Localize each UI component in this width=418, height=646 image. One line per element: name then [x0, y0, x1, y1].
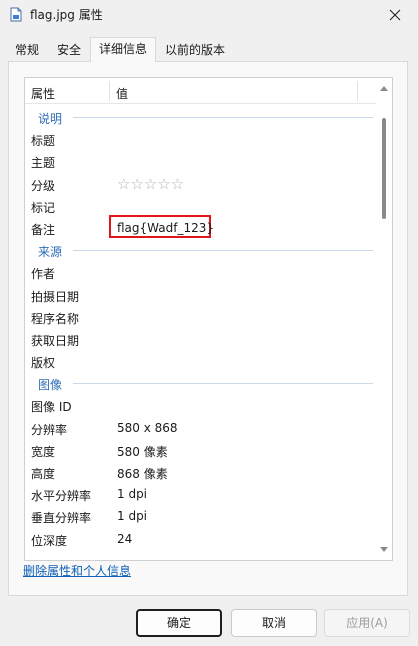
- list-item[interactable]: 版权: [25, 350, 377, 372]
- property-value[interactable]: 868 像素: [117, 465, 168, 482]
- column-header: 属性 值: [25, 78, 377, 104]
- list-item[interactable]: 水平分辨率 1 dpi: [25, 483, 377, 505]
- property-label: 宽度: [31, 444, 56, 459]
- property-value[interactable]: 24: [117, 532, 132, 546]
- list-item[interactable]: 宽度 580 像素: [25, 439, 377, 461]
- property-label: 标题: [31, 134, 56, 149]
- scroll-up-icon[interactable]: [379, 84, 389, 92]
- property-label: 程序名称: [31, 311, 80, 326]
- property-label: 分级: [31, 178, 56, 193]
- property-label: 主题: [31, 156, 56, 171]
- property-label: 作者: [31, 267, 56, 282]
- list-item[interactable]: 分辨率 580 x 868: [25, 417, 377, 439]
- property-value[interactable]: 1 dpi: [117, 487, 147, 501]
- section-divider: [73, 383, 373, 385]
- list-item[interactable]: 图像 ID: [25, 394, 377, 416]
- property-rows: 说明 标题 主题 分级 ☆☆☆☆☆ 标记 备注 flag{Wadf_123} 来…: [25, 106, 377, 550]
- tab-details[interactable]: 详细信息: [90, 37, 157, 62]
- property-label: 版权: [31, 356, 56, 371]
- section-divider: [73, 250, 373, 252]
- property-label: 标记: [31, 200, 56, 215]
- list-item[interactable]: 高度 868 像素: [25, 461, 377, 483]
- comment-value[interactable]: flag{Wadf_123}: [117, 221, 214, 235]
- list-item[interactable]: 分级 ☆☆☆☆☆: [25, 173, 377, 195]
- list-item[interactable]: 主题: [25, 150, 377, 172]
- properties-list[interactable]: 属性 值 说明 标题 主题 分级 ☆☆☆☆☆ 标记 备注 flag{Wadf_1…: [24, 77, 393, 561]
- rating-stars[interactable]: ☆☆☆☆☆: [117, 175, 184, 193]
- tab-previous-versions[interactable]: 以前的版本: [156, 38, 234, 61]
- close-icon: [389, 9, 401, 21]
- vertical-scrollbar[interactable]: [376, 78, 392, 560]
- list-item[interactable]: 备注 flag{Wadf_123}: [25, 214, 377, 239]
- column-divider[interactable]: [109, 81, 110, 101]
- list-item[interactable]: 程序名称: [25, 306, 377, 328]
- section-label: 来源: [38, 245, 63, 260]
- list-item[interactable]: 拍摄日期: [25, 284, 377, 306]
- property-label: 水平分辨率: [31, 489, 92, 504]
- section-label: 说明: [38, 112, 63, 126]
- property-label: 图像 ID: [31, 400, 72, 415]
- scroll-down-icon[interactable]: [379, 546, 389, 554]
- property-label: 位深度: [31, 533, 68, 548]
- list-item[interactable]: 获取日期: [25, 328, 377, 350]
- section-image: 图像: [25, 372, 377, 394]
- window-title: flag.jpg 属性: [30, 8, 103, 22]
- section-divider: [73, 117, 373, 118]
- column-property[interactable]: 属性: [31, 85, 55, 102]
- list-item[interactable]: 位深度 24: [25, 528, 377, 550]
- details-panel: 属性 值 说明 标题 主题 分级 ☆☆☆☆☆ 标记 备注 flag{Wadf_1…: [8, 61, 408, 596]
- section-origin: 来源: [25, 239, 377, 261]
- property-label: 垂直分辨率: [31, 511, 92, 526]
- list-item[interactable]: 作者: [25, 261, 377, 283]
- column-value[interactable]: 值: [116, 85, 128, 102]
- property-label: 高度: [31, 467, 56, 481]
- title-bar: flag.jpg 属性: [0, 0, 418, 30]
- property-label: 获取日期: [31, 333, 80, 348]
- property-label: 备注: [31, 222, 56, 237]
- scroll-thumb[interactable]: [382, 118, 386, 219]
- ok-button[interactable]: 确定: [136, 609, 222, 637]
- tab-general[interactable]: 常规: [6, 38, 48, 61]
- property-value[interactable]: 1 dpi: [117, 509, 147, 523]
- apply-button[interactable]: 应用(A): [324, 609, 410, 637]
- cancel-button[interactable]: 取消: [231, 609, 317, 637]
- list-item[interactable]: 标题: [25, 128, 377, 150]
- list-item[interactable]: 标记: [25, 195, 377, 217]
- remove-properties-link[interactable]: 删除属性和个人信息: [23, 562, 131, 579]
- tab-security[interactable]: 安全: [48, 38, 90, 61]
- list-item[interactable]: 垂直分辨率 1 dpi: [25, 505, 377, 527]
- tab-bar: 常规 安全 详细信息 以前的版本: [6, 37, 234, 62]
- close-button[interactable]: [372, 0, 418, 30]
- property-value[interactable]: 580 x 868: [117, 421, 178, 435]
- property-value[interactable]: 580 像素: [117, 443, 168, 460]
- document-icon: [10, 7, 22, 22]
- section-label: 图像: [38, 378, 63, 393]
- column-divider[interactable]: [357, 81, 358, 101]
- property-label: 拍摄日期: [31, 289, 80, 304]
- section-description: 说明: [25, 106, 377, 128]
- property-label: 分辨率: [31, 422, 68, 437]
